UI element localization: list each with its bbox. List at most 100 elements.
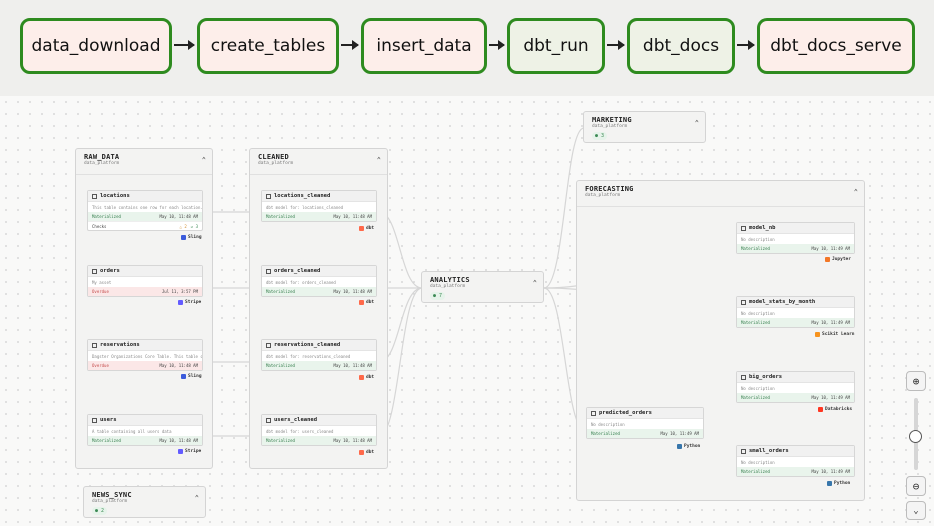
tool-label: dbt <box>366 450 375 455</box>
asset-status-row: Materialized May 10, 11:49 AM <box>737 393 854 402</box>
zoom-out-icon[interactable]: ⊖ <box>906 476 926 496</box>
tool-label: Stripe <box>185 449 202 454</box>
asset-locations[interactable]: locations This table contains one row fo… <box>87 190 203 231</box>
chevron-updown-icon[interactable]: ⌃ <box>533 279 537 287</box>
tool-label: dbt <box>366 226 375 231</box>
asset-name: locations <box>100 193 130 199</box>
tool-label: dbt <box>366 375 375 380</box>
group-location: data_platform <box>430 284 466 289</box>
warning-icon: △ 2 <box>179 224 187 229</box>
status-time: May 10, 11:49 AM <box>811 320 850 325</box>
dbt-icon <box>359 375 364 380</box>
asset-model-stats-by-month[interactable]: model_stats_by_month No description Mate… <box>736 296 855 328</box>
table-icon <box>266 417 271 423</box>
asset-name: model_nb <box>749 225 776 231</box>
asset-model-nb[interactable]: model_nb No description Materialized May … <box>736 222 855 254</box>
asset-header: model_nb <box>737 223 854 234</box>
table-icon <box>92 342 97 348</box>
status-time: Jul 11, 3:57 PM <box>161 289 198 294</box>
asset-description: A table containing all users data <box>92 429 172 434</box>
asset-status-row: Materialized May 10, 11:48 AM <box>88 436 202 445</box>
chevron-updown-icon[interactable]: ⌃ <box>202 156 206 164</box>
asset-big-orders[interactable]: big_orders No description Materialized Ma… <box>736 371 855 403</box>
asset-description: No description <box>741 386 775 391</box>
status-label: Materialized <box>741 246 770 251</box>
group-location: data_platform <box>92 499 128 504</box>
table-icon <box>266 342 271 348</box>
asset-name: orders_cleaned <box>274 268 321 274</box>
asset-reservations[interactable]: reservations Dagster Organizations Core … <box>87 339 203 371</box>
collapse-all-icon[interactable]: ⌄ <box>906 501 926 520</box>
asset-status-row: Overdue May 10, 11:48 AM <box>88 361 202 370</box>
group-header: RAW_DATA data_platform ⌃ <box>76 149 212 175</box>
check-icon: ☑ 3 <box>190 224 198 229</box>
tool-tag-databricks: Databricks <box>818 407 852 412</box>
asset-description: dbt model for: orders_cleaned <box>266 280 336 285</box>
tool-tag-stripe: Stripe <box>178 449 201 454</box>
asset-count-badge: ● 3 <box>592 132 608 140</box>
asset-orders[interactable]: orders My asset Overdue Jul 11, 3:57 PM <box>87 265 203 297</box>
asset-header: orders_cleaned <box>262 266 376 277</box>
status-label: Materialized <box>741 469 770 474</box>
group-analytics[interactable]: ANALYTICS data_platform ⌃ ● 7 <box>421 271 544 303</box>
asset-orders-cleaned[interactable]: orders_cleaned dbt model for: orders_cle… <box>261 265 377 297</box>
asset-users-cleaned[interactable]: users_cleaned dbt model for: users_clean… <box>261 414 377 446</box>
group-header: CLEANED data_platform ⌃ <box>250 149 387 175</box>
asset-status-row: Materialized May 10, 11:49 AM <box>587 429 703 438</box>
asset-locations-cleaned[interactable]: locations_cleaned dbt model for: locatio… <box>261 190 377 222</box>
tool-label: Stripe <box>185 300 202 305</box>
asset-description: This table contains one row for each loc… <box>92 205 202 210</box>
chevron-updown-icon[interactable]: ⌃ <box>195 494 199 502</box>
group-header: FORECASTING data_platform ⌃ <box>577 181 864 207</box>
status-label: Materialized <box>266 363 295 368</box>
asset-count-badge: ● 2 <box>92 507 108 515</box>
group-marketing[interactable]: MARKETING data_platform ⌃ ● 3 <box>583 111 706 143</box>
dbt-icon <box>359 450 364 455</box>
asset-header: orders <box>88 266 202 277</box>
asset-description: No description <box>741 237 775 242</box>
table-icon <box>266 193 271 199</box>
scikit-learn-icon <box>815 332 820 337</box>
chevron-updown-icon[interactable]: ⌃ <box>695 119 699 127</box>
asset-users[interactable]: users A table containing all users data … <box>87 414 203 446</box>
checks-label: Checks <box>92 224 107 229</box>
group-name: NEWS_SYNC <box>92 491 132 499</box>
asset-reservations-cleaned[interactable]: reservations_cleaned dbt model for: rese… <box>261 339 377 371</box>
asset-small-orders[interactable]: small_orders No description Materialized… <box>736 445 855 477</box>
status-time: May 10, 11:48 AM <box>159 214 198 219</box>
status-time: May 10, 11:48 AM <box>333 438 372 443</box>
databricks-icon <box>818 407 823 412</box>
table-icon <box>92 268 97 274</box>
tool-label: Scikit Learn <box>822 332 855 337</box>
zoom-in-icon[interactable]: ⊕ <box>906 371 926 391</box>
chevron-updown-icon[interactable]: ⌃ <box>377 156 381 164</box>
asset-status-row: Materialized May 10, 11:48 AM <box>262 287 376 296</box>
asset-count: 3 <box>601 133 605 139</box>
asset-header: reservations_cleaned <box>262 340 376 351</box>
asset-name: users_cleaned <box>274 417 318 423</box>
asset-name: reservations_cleaned <box>274 342 341 348</box>
asset-name: small_orders <box>749 448 789 454</box>
tool-tag-sling: Sling <box>181 374 202 379</box>
asset-checks-row[interactable]: Checks △ 2 ☑ 3 <box>88 221 202 230</box>
tool-label: Databricks <box>825 407 853 412</box>
asset-predicted-orders[interactable]: predicted_orders No description Material… <box>586 407 704 439</box>
status-time: May 10, 11:48 AM <box>333 363 372 368</box>
asset-status-row: Overdue Jul 11, 3:57 PM <box>88 287 202 296</box>
tool-tag-dbt: dbt <box>359 300 374 305</box>
stripe-icon <box>178 449 183 454</box>
group-name: ANALYTICS <box>430 276 470 284</box>
status-time: May 10, 11:49 AM <box>660 431 699 436</box>
chevron-updown-icon[interactable]: ⌃ <box>854 188 858 196</box>
asset-count: 2 <box>101 508 105 514</box>
asset-header: predicted_orders <box>587 408 703 419</box>
status-time: May 10, 11:48 AM <box>333 289 372 294</box>
asset-header: locations_cleaned <box>262 191 376 202</box>
asset-description: Dagster Organizations Core Table. This t… <box>92 354 202 359</box>
zoom-slider-handle[interactable] <box>909 430 922 443</box>
group-name: CLEANED <box>258 153 289 161</box>
group-location: data_platform <box>84 161 120 166</box>
group-news-sync[interactable]: NEWS_SYNC data_platform ⌃ ● 2 <box>83 486 206 518</box>
status-time: May 10, 11:49 AM <box>811 469 850 474</box>
asset-header: reservations <box>88 340 202 351</box>
